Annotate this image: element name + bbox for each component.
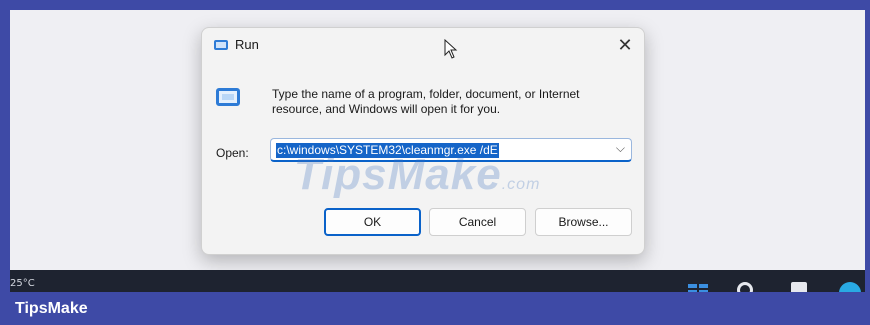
watermark: TipsMake.com — [294, 150, 540, 200]
task-view-icon[interactable] — [791, 282, 807, 292]
weather-widget[interactable]: 25°C — [10, 278, 35, 289]
ok-button[interactable]: OK — [324, 208, 421, 236]
cancel-button[interactable]: Cancel — [429, 208, 526, 236]
edge-icon[interactable] — [839, 282, 861, 292]
brand-label: TipsMake — [15, 300, 88, 317]
close-button[interactable]: ✕ — [612, 32, 638, 58]
search-icon[interactable] — [737, 282, 753, 292]
footer-bar: TipsMake — [0, 292, 870, 325]
watermark-main: TipsMake — [294, 150, 502, 199]
title-bar[interactable]: Run ✕ — [202, 28, 644, 64]
close-icon: ✕ — [617, 34, 633, 55]
windows-start-icon[interactable] — [688, 284, 708, 292]
run-app-icon — [216, 88, 240, 106]
description-text: Type the name of a program, folder, docu… — [272, 87, 580, 116]
chevron-down-icon[interactable]: ⌵ — [616, 141, 625, 156]
taskbar: 25°C — [10, 270, 865, 292]
run-app-icon — [214, 40, 228, 50]
mouse-pointer-icon — [444, 39, 458, 59]
dialog-title: Run — [235, 37, 259, 52]
watermark-suffix: .com — [501, 176, 541, 193]
run-dialog: Run ✕ Type the name of a program, folder… — [201, 27, 645, 255]
browse-button[interactable]: Browse... — [535, 208, 632, 236]
open-label: Open: — [216, 146, 249, 160]
top-frame — [0, 0, 870, 10]
